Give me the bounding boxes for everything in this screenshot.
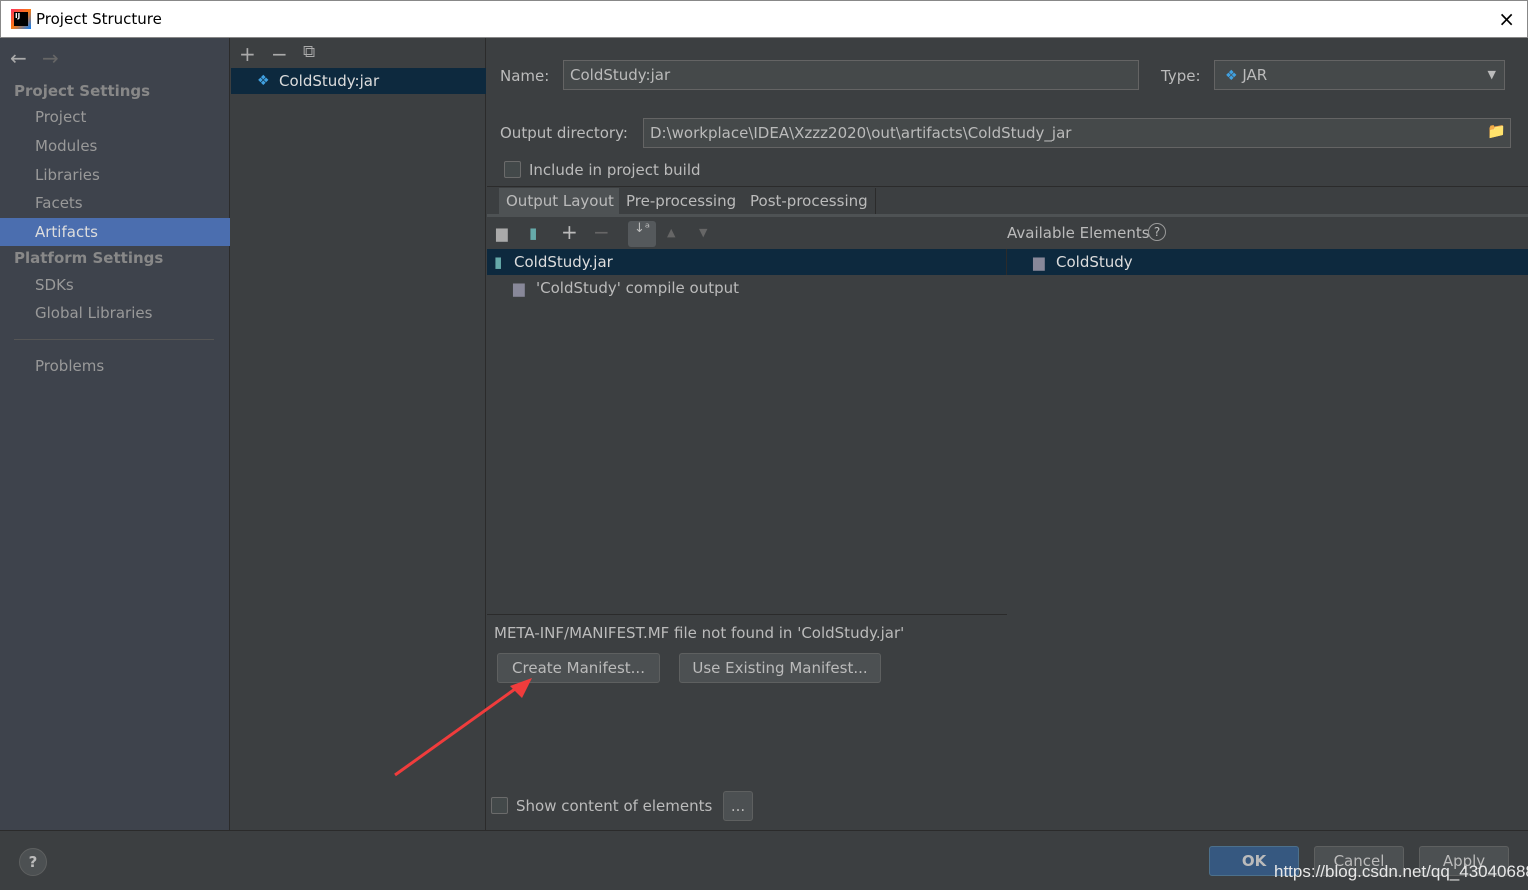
sidebar-item-libraries[interactable]: Libraries — [0, 161, 230, 189]
divider — [487, 186, 1528, 187]
help-icon[interactable]: ? — [1148, 223, 1166, 241]
module-output-icon: ▆ — [513, 279, 525, 297]
show-content-checkbox[interactable] — [491, 797, 508, 814]
remove-element-icon[interactable]: − — [593, 220, 610, 244]
forward-icon[interactable]: → — [42, 46, 59, 70]
name-label: Name: — [500, 67, 550, 85]
more-options-button[interactable]: ... — [723, 791, 753, 821]
layout-tree-item[interactable]: 'ColdStudy' compile output — [536, 279, 739, 297]
splitter[interactable] — [1006, 249, 1007, 275]
project-settings-header: Project Settings — [14, 82, 151, 100]
artifact-label: ColdStudy:jar — [279, 72, 380, 90]
title-bar: IJ Project Structure × — [0, 0, 1528, 38]
chevron-down-icon: ▼ — [1487, 68, 1496, 81]
type-select[interactable]: ❖ JAR ▼ — [1214, 60, 1505, 90]
tab-output-layout[interactable]: Output Layout — [499, 188, 622, 214]
tab-pre-processing[interactable]: Pre-processing — [619, 188, 745, 214]
output-dir-input[interactable]: D:\workplace\IDEA\Xzzz2020\out\artifacts… — [643, 118, 1511, 148]
new-archive-icon[interactable]: ▮ — [529, 224, 537, 242]
move-down-icon[interactable]: ▼ — [699, 226, 707, 239]
watermark: https://blog.csdn.net/qq_43040688 — [1274, 862, 1528, 881]
jar-icon: ❖ — [1225, 68, 1238, 84]
new-folder-icon[interactable]: ▆ — [496, 224, 508, 242]
manifest-warning: META-INF/MANIFEST.MF file not found in '… — [494, 624, 905, 642]
jar-artifact-icon: ❖ — [257, 73, 270, 89]
sidebar-item-sdks[interactable]: SDKs — [0, 271, 230, 299]
platform-settings-header: Platform Settings — [14, 249, 164, 267]
sidebar-item-modules[interactable]: Modules — [0, 132, 230, 160]
sidebar-item-artifacts[interactable]: Artifacts — [0, 218, 230, 246]
remove-icon[interactable]: − — [271, 42, 288, 66]
artifact-editor: Name: ColdStudy:jar Type: ❖ JAR ▼ Output… — [394, 38, 1528, 830]
jar-file-icon: ▮ — [494, 253, 503, 271]
layout-tree-item[interactable]: ColdStudy.jar — [514, 253, 613, 271]
folder-browse-icon[interactable]: 📁 — [1487, 122, 1506, 140]
module-folder-icon: ▆ — [1033, 253, 1045, 271]
add-icon[interactable]: + — [239, 42, 256, 66]
close-icon[interactable]: × — [1498, 7, 1515, 31]
dialog-footer: ? OK Cancel Apply https://blog.csdn.net/… — [0, 830, 1528, 890]
sidebar-item-problems[interactable]: Problems — [0, 352, 230, 380]
divider — [14, 339, 214, 340]
output-dir-label: Output directory: — [500, 124, 628, 142]
sort-icon[interactable]: ↓ᵃ — [628, 221, 656, 247]
intellij-logo-icon: IJ — [11, 9, 31, 29]
back-icon[interactable]: ← — [10, 46, 27, 70]
include-build-label: Include in project build — [529, 161, 701, 179]
sidebar: ← → Project Settings Project Modules Lib… — [0, 38, 230, 830]
move-up-icon[interactable]: ▲ — [667, 226, 675, 239]
artifact-item[interactable]: ❖ ColdStudy:jar — [231, 68, 486, 94]
sidebar-item-project[interactable]: Project — [0, 103, 230, 131]
name-input[interactable]: ColdStudy:jar — [563, 60, 1139, 90]
available-elements-label: Available Elements — [1007, 224, 1150, 242]
type-value: JAR — [1242, 66, 1268, 84]
window-title: Project Structure — [36, 10, 162, 28]
selected-row-bg — [487, 249, 1528, 275]
help-button[interactable]: ? — [19, 848, 47, 876]
sidebar-item-global-libraries[interactable]: Global Libraries — [0, 299, 230, 327]
annotation-arrow-icon — [394, 678, 532, 777]
tab-post-processing[interactable]: Post-processing — [743, 188, 876, 214]
divider — [487, 614, 1007, 615]
tab-underline — [487, 214, 1528, 217]
add-element-icon[interactable]: + — [561, 220, 578, 244]
copy-icon[interactable]: ⧉ — [303, 42, 315, 62]
show-content-label: Show content of elements — [516, 797, 713, 815]
type-label: Type: — [1161, 67, 1201, 85]
use-existing-manifest-button[interactable]: Use Existing Manifest... — [679, 653, 881, 683]
available-tree-item[interactable]: ColdStudy — [1056, 253, 1133, 271]
sidebar-item-facets[interactable]: Facets — [0, 189, 230, 217]
include-build-checkbox[interactable] — [504, 161, 521, 178]
